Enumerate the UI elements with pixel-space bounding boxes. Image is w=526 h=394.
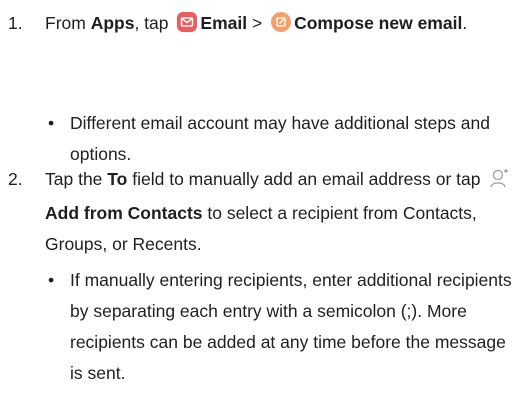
step-2-text: Tap the To field to manually add an emai… bbox=[45, 164, 518, 260]
bullet-dot: • bbox=[48, 113, 55, 133]
add-from-contacts-label: Add from Contacts bbox=[45, 203, 203, 223]
compose-label: Compose new email bbox=[294, 13, 463, 33]
instructions-page: 1. From Apps, tap Email > Compose new em… bbox=[0, 0, 526, 394]
step-text-fragment: field to manually add an email address o… bbox=[127, 169, 481, 189]
step-text-fragment: , tap bbox=[134, 13, 169, 33]
step-1-text: From Apps, tap Email > Compose new email… bbox=[45, 8, 518, 42]
email-label: Email bbox=[200, 13, 248, 33]
add-contact-icon bbox=[489, 167, 509, 198]
chevron-glyph: > bbox=[251, 13, 263, 33]
step-number: 1. bbox=[8, 13, 23, 33]
step-number: 2. bbox=[8, 169, 23, 189]
bullet-text: Different email account may have additio… bbox=[70, 113, 490, 164]
step-text-fragment: Tap the bbox=[45, 169, 108, 189]
bullet-text: If manually entering recipients, enter a… bbox=[70, 270, 512, 383]
apps-label: Apps bbox=[90, 13, 135, 33]
bullet-dot: • bbox=[48, 270, 55, 290]
step-text-fragment: . bbox=[462, 13, 468, 33]
email-app-icon bbox=[177, 11, 198, 42]
step-text-fragment: From bbox=[45, 13, 91, 33]
to-field-label: To bbox=[107, 169, 128, 189]
compose-icon bbox=[271, 11, 292, 42]
